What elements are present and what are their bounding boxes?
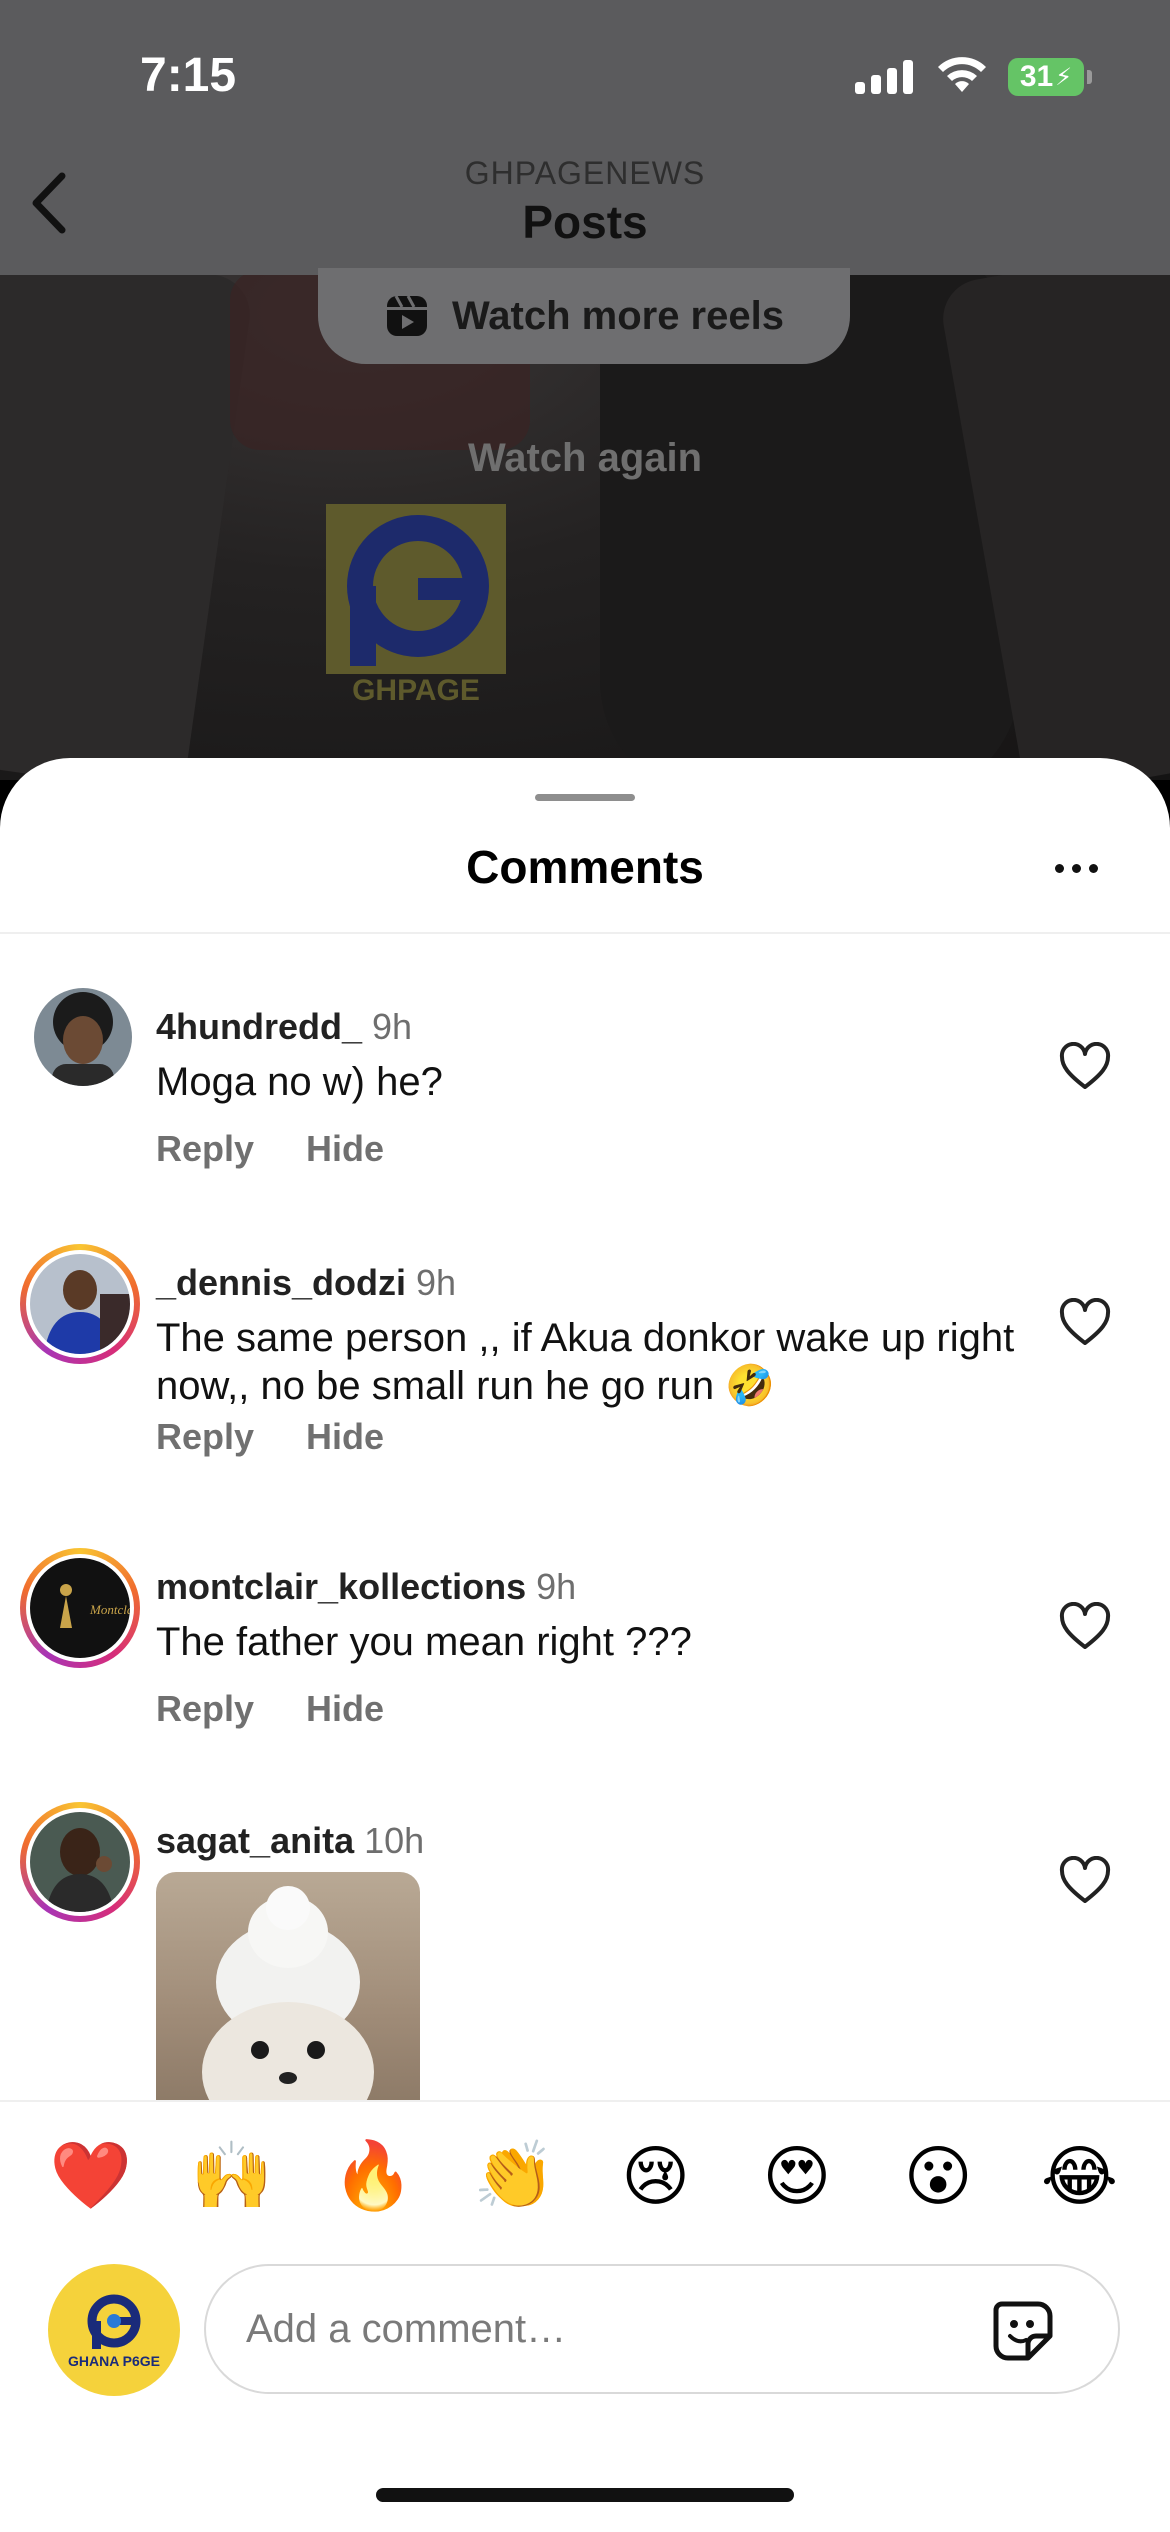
avatar[interactable]	[34, 988, 132, 1086]
emoji-raised-hands[interactable]: 🙌	[182, 2137, 282, 2215]
heart-icon[interactable]	[1058, 1042, 1112, 1092]
avatar[interactable]	[20, 1802, 140, 1922]
comment-time: 9h	[536, 1566, 577, 1607]
status-time: 7:15	[140, 49, 237, 102]
comment-text: Moga no w) he?	[156, 1060, 443, 1104]
reply-button[interactable]: Reply	[156, 1688, 254, 1730]
heart-icon[interactable]	[1058, 1602, 1112, 1652]
emoji-reaction-bar: ❤️ 🙌 🔥 👏 😢 😍 😮 😂	[0, 2100, 1170, 2250]
comment-time: 9h	[372, 1006, 413, 1047]
hide-button[interactable]: Hide	[306, 1416, 384, 1458]
reels-icon	[387, 295, 427, 336]
svg-text:Montclair: Montclair	[89, 1602, 130, 1617]
emoji-surprised[interactable]: 😮	[888, 2138, 988, 2215]
comment-text: The same person ,, if Akua donkor wake u…	[156, 1316, 1015, 1408]
comment-username[interactable]: _dennis_dodzi 9h	[156, 1262, 456, 1304]
watch-again-button[interactable]: Watch again	[0, 436, 1170, 481]
divider	[0, 932, 1170, 934]
comment-username[interactable]: sagat_anita 10h	[156, 1820, 424, 1862]
avatar[interactable]: Montclair	[20, 1548, 140, 1668]
ghpage-logo-icon	[87, 2294, 141, 2349]
more-dots-icon[interactable]	[1055, 858, 1115, 878]
page-title: Posts	[522, 196, 648, 248]
comment-input-container[interactable]	[204, 2264, 1120, 2394]
comments-sheet: Comments 4hundredd_ 9h Moga no w) he? Rep…	[0, 758, 1170, 2532]
my-avatar[interactable]: GHANA P6GE	[48, 2264, 180, 2396]
comment-composer: GHANA P6GE	[0, 2250, 1170, 2400]
comment-time: 10h	[364, 1820, 425, 1861]
emoji-laughing[interactable]: 😂	[1029, 2138, 1129, 2215]
emoji-fire[interactable]: 🔥	[323, 2137, 423, 2215]
avatar[interactable]	[20, 1244, 140, 1364]
watch-more-reels-button[interactable]: Watch more reels	[318, 268, 850, 364]
heart-icon[interactable]	[1058, 1298, 1112, 1348]
top-bar: 7:15 31 ⚡ GHPAGENEWS Posts	[0, 0, 1170, 275]
battery-indicator: 31 ⚡	[1008, 58, 1084, 96]
ghpage-watermark-logo: GHPAGE	[326, 504, 506, 704]
account-name: GHPAGENEWS	[464, 155, 706, 191]
emoji-heart-eyes[interactable]: 😍	[747, 2138, 847, 2215]
watch-more-label: Watch more reels	[452, 293, 784, 338]
emoji-crying[interactable]: 😢	[606, 2138, 706, 2215]
comment-item: Montclair montclair_kollections9h The fa…	[0, 1548, 1170, 1798]
cellular-signal-icon	[855, 58, 913, 94]
comment-item: 4hundredd_ 9h Moga no w) he? Reply Hide	[0, 988, 1170, 1238]
emoji-heart[interactable]: ❤️	[41, 2137, 141, 2215]
hide-button[interactable]: Hide	[306, 1688, 384, 1730]
wifi-icon	[938, 57, 986, 92]
comment-username[interactable]: montclair_kollections 9h	[156, 1566, 576, 1608]
sheet-title: Comments	[466, 841, 704, 893]
sticker-icon[interactable]	[988, 2296, 1058, 2366]
comment-text: The father you mean right ???	[156, 1620, 692, 1664]
hide-button[interactable]: Hide	[306, 1128, 384, 1170]
reply-button[interactable]: Reply	[156, 1128, 254, 1170]
heart-icon[interactable]	[1058, 1856, 1112, 1906]
comment-item: _dennis_dodzi 9h The same person ,, if Ak…	[0, 1244, 1170, 1544]
comment-gif-image[interactable]	[156, 1872, 420, 2104]
emoji-clap[interactable]: 👏	[464, 2137, 564, 2215]
comment-time: 9h	[416, 1262, 457, 1303]
sheet-grabber[interactable]	[535, 794, 635, 801]
comment-input[interactable]	[244, 2296, 948, 2362]
svg-text:GHPAGE: GHPAGE	[352, 674, 480, 704]
comment-username[interactable]: 4hundredd_ 9h	[156, 1006, 412, 1048]
my-avatar-label: GHANA P6GE	[67, 2353, 161, 2369]
reply-button[interactable]: Reply	[156, 1416, 254, 1458]
home-indicator	[376, 2488, 794, 2502]
